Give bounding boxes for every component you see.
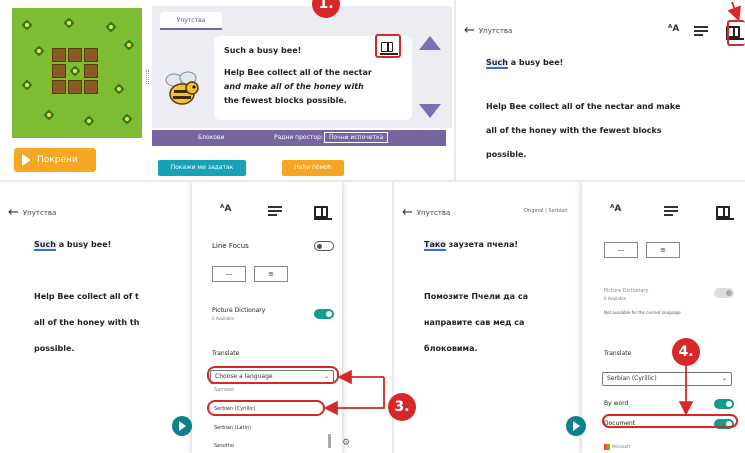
annotation-arrows: [323, 1, 741, 416]
callout-badge: 4.: [672, 338, 700, 366]
callout-badge: 3.: [388, 393, 416, 421]
